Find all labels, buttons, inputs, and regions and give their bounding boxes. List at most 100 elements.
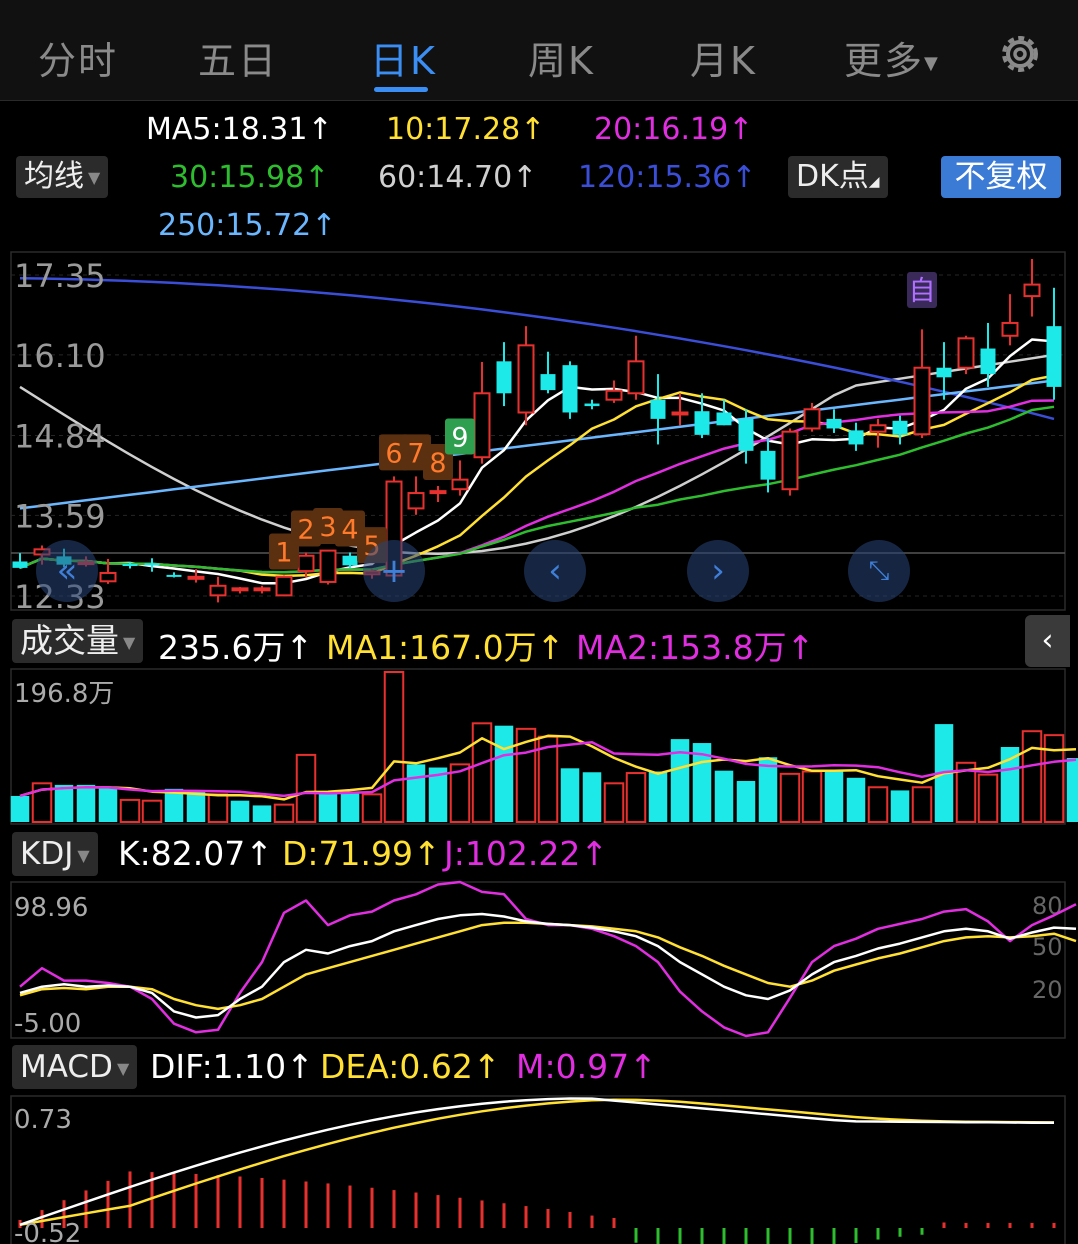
candle-body-up — [253, 587, 271, 592]
signal-label: 1 — [275, 538, 292, 569]
macd-bar-positive — [524, 1206, 528, 1228]
volume-bar-up — [1043, 734, 1065, 823]
tab-daily-k[interactable]: 日K — [370, 30, 437, 85]
candle-body-up — [275, 575, 293, 597]
ma30-value: 30:15.98↑ — [170, 160, 329, 195]
macd-bar-positive — [370, 1187, 374, 1228]
tab-more[interactable]: 更多▼ — [844, 30, 940, 85]
macd-bar-negative — [656, 1228, 660, 1244]
up-arrow-icon: ↑ — [629, 1047, 657, 1086]
macd-bar-positive — [458, 1197, 462, 1228]
gear-icon[interactable] — [996, 30, 1044, 78]
candle-body-down — [540, 374, 556, 391]
tab-five-day[interactable]: 五日 — [198, 30, 278, 85]
macd-bar-positive — [414, 1192, 418, 1228]
dk-point-button[interactable]: DK点◢ — [788, 156, 888, 198]
chevron-left-icon[interactable]: ‹ — [1025, 615, 1070, 667]
kdj-axis-min: -5.00 — [14, 1009, 81, 1039]
signal-label: 自 — [909, 276, 936, 307]
chevron-right-icon[interactable]: › — [687, 540, 749, 602]
macd-selector[interactable]: MACD ▼ — [12, 1045, 138, 1089]
candle-body-down — [716, 412, 732, 426]
candle-body-down — [144, 563, 160, 566]
candle-body-down — [562, 365, 578, 413]
volume-bar-up — [295, 753, 317, 823]
candle-body-up — [297, 554, 315, 573]
macd-dea-value: DEA:0.62↑ — [320, 1047, 501, 1086]
kdj-level-50: 50 — [1032, 933, 1063, 961]
macd-bar-positive — [392, 1190, 396, 1228]
macd-bar-negative — [920, 1228, 924, 1235]
kdj-d-text: D:71.99 — [282, 834, 414, 873]
macd-bar-positive — [282, 1179, 286, 1228]
candle-body-down — [584, 403, 600, 407]
ma60-text: 60:14.70 — [378, 160, 513, 195]
tab-weekly-k[interactable]: 周K — [528, 30, 595, 85]
signal-label: 2 — [297, 515, 314, 546]
candle-body-down — [980, 348, 996, 375]
expand-icon[interactable]: ⤡ — [848, 540, 910, 602]
price-axis-label: 17.35 — [14, 257, 106, 295]
macd-histogram — [18, 1171, 1056, 1244]
candle-body-up — [803, 408, 821, 430]
signal-label: 6 — [385, 438, 402, 469]
macd-bar-negative — [744, 1228, 748, 1244]
macd-bar-positive — [128, 1171, 132, 1228]
macd-selector-label: MACD — [20, 1049, 113, 1085]
tab-intraday[interactable]: 分时 — [38, 30, 118, 85]
macd-bar-positive — [1052, 1222, 1056, 1228]
no-adjust-button[interactable]: 不复权 — [941, 156, 1061, 198]
ma20-value: 20:16.19↑ — [594, 112, 753, 147]
kdj-lines — [19, 880, 1077, 1038]
candle-body-down — [496, 361, 512, 394]
volume-ma1-text: MA1:167.0万 — [326, 628, 537, 667]
kdj-k-value: K:82.07↑ — [118, 834, 273, 873]
double-chevron-left-icon[interactable]: « — [36, 540, 98, 602]
macd-bar-positive — [348, 1185, 352, 1228]
macd-bar-negative — [788, 1228, 792, 1244]
candle-body-up — [231, 587, 249, 592]
volume-bar-up — [273, 803, 295, 823]
candle-body-up — [319, 549, 337, 583]
candle-body-up — [473, 392, 491, 459]
dropdown-caret-icon: ▼ — [77, 845, 90, 865]
candle-body-down — [826, 418, 842, 429]
candle-body-up — [671, 411, 689, 416]
macd-bar-positive — [964, 1222, 968, 1228]
macd-bar-positive — [106, 1180, 110, 1228]
ma-selector[interactable]: 均线 ▼ — [16, 156, 109, 198]
crosshair-plus-icon[interactable]: + — [363, 540, 425, 602]
ma60-value: 60:14.70↑ — [378, 160, 537, 195]
macd-bar-positive — [238, 1176, 242, 1228]
candle-body-up — [209, 584, 227, 597]
volume-ma2-text: MA2:153.8万 — [576, 628, 787, 667]
candle-body-down — [1046, 326, 1062, 387]
up-arrow-icon: ↑ — [472, 1047, 501, 1086]
dropdown-caret-icon: ▼ — [123, 632, 136, 652]
macd-bar-positive — [304, 1181, 308, 1228]
macd-bar-positive — [172, 1172, 176, 1228]
kdj-k-line — [19, 912, 1077, 1019]
chevron-left-icon[interactable]: ‹ — [524, 540, 586, 602]
candle-body-down — [650, 399, 666, 419]
tab-monthly-k[interactable]: 月K — [690, 30, 757, 85]
kdj-selector[interactable]: KDJ ▼ — [12, 832, 98, 876]
volume-selector[interactable]: 成交量 ▼ — [12, 619, 144, 663]
ma30-text: 30:15.98 — [170, 160, 305, 195]
macd-axis-max: 0.73 — [14, 1105, 72, 1135]
macd-bar-positive — [986, 1222, 990, 1228]
candle-body-down — [760, 450, 776, 480]
volume-bar-down — [252, 805, 272, 822]
volume-bar-up — [119, 798, 141, 823]
volume-bar-down — [560, 768, 580, 822]
volume-bar-down — [890, 790, 910, 822]
kdj-axis-max: 98.96 — [14, 893, 88, 923]
signal-label: 3 — [319, 512, 336, 543]
ma10-text: 10:17.28 — [386, 112, 521, 147]
up-arrow-icon: ↑ — [728, 112, 754, 147]
kdj-d-value: D:71.99↑ — [282, 834, 441, 873]
kdj-level-80: 80 — [1032, 892, 1063, 920]
volume-bar-down — [824, 770, 844, 822]
macd-bar-negative — [898, 1228, 902, 1237]
volume-bar-down — [1066, 758, 1078, 822]
